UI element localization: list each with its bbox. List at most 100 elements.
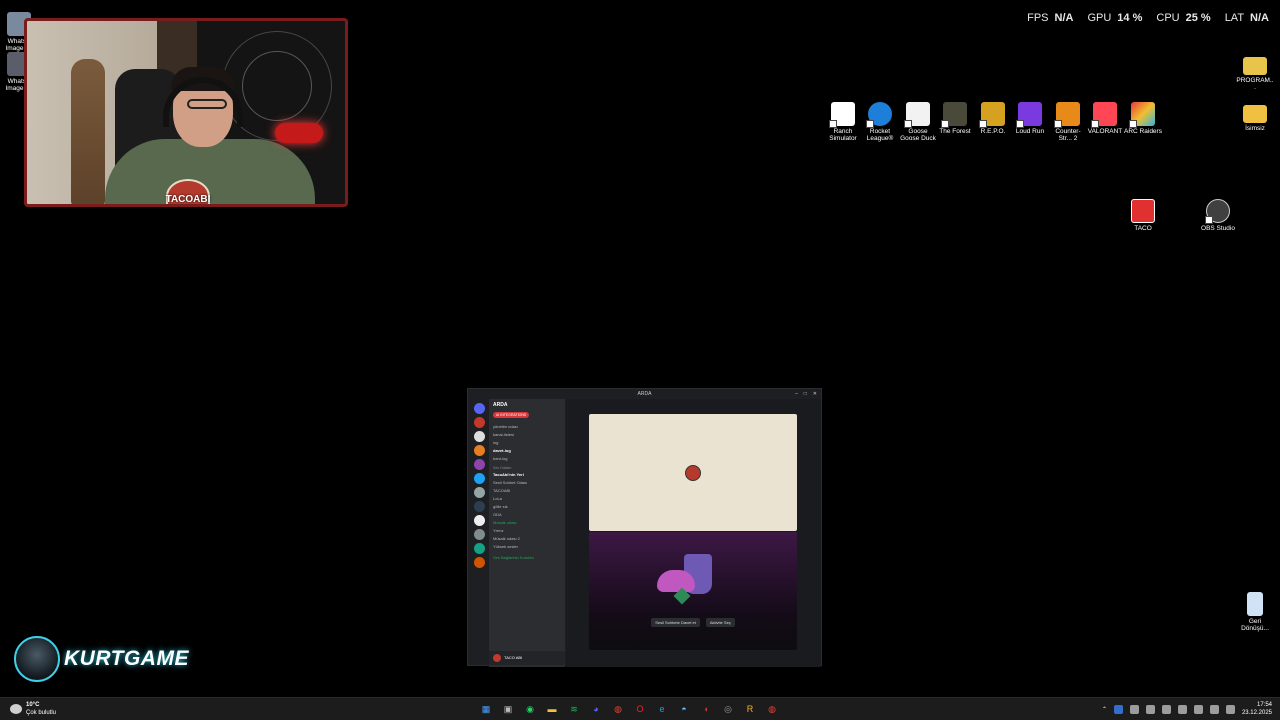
server-icon[interactable] [473, 459, 485, 470]
opera-icon[interactable]: O [632, 701, 648, 717]
discord-home-icon[interactable] [473, 403, 485, 414]
weather-widget[interactable]: 10°C Çok bulutlu [10, 701, 56, 717]
chevron-up-icon[interactable]: ⌃ [1102, 706, 1107, 713]
discord-icon[interactable]: ◕ [588, 701, 604, 717]
voice-channel-item[interactable]: Müsaik odası 2 [493, 534, 561, 542]
discord-server-list [470, 399, 488, 667]
invite-to-voice-button[interactable]: Sesli Sohbete Davet et [651, 618, 700, 627]
server-icon[interactable] [473, 431, 485, 442]
minimize-icon[interactable]: – [795, 389, 798, 399]
rocket-league-icon [866, 102, 892, 128]
maximize-icon[interactable]: □ [804, 389, 807, 399]
desktop-icon-recycle-bin[interactable]: Geri Dönüşü... [1236, 592, 1274, 633]
desktop-icon-goose-goose-duck[interactable]: Goose Goose Duck [899, 102, 937, 143]
system-tray: ⌃ 17:54 23.12.2025 [1102, 701, 1272, 717]
server-icon[interactable] [473, 417, 485, 428]
chrome-icon[interactable]: ◍ [610, 701, 626, 717]
rockstar-icon[interactable]: R [742, 701, 758, 717]
discord-titlebar[interactable]: ARDA – □ ✕ [468, 389, 821, 399]
obs-icon [1205, 199, 1230, 224]
start-icon[interactable]: ▦ [478, 701, 494, 717]
choose-activity-button[interactable]: Aktivite Seç [705, 618, 735, 627]
desktop-icon-the-forest[interactable]: The Forest [936, 102, 974, 135]
webcam-badge-text: TACOABI [165, 194, 211, 205]
desktop-icon-repo[interactable]: R.E.P.O. [974, 102, 1012, 135]
discord-window[interactable]: ARDA – □ ✕ ARDA AI INTEGRATIONS yönetim … [467, 388, 822, 667]
file-explorer-icon[interactable]: ▬ [544, 701, 560, 717]
server-tag-badge: AI INTEGRATIONS [493, 412, 530, 418]
desktop-icon-loud-run[interactable]: Loud Run [1011, 102, 1049, 135]
bluetooth-icon[interactable] [1113, 704, 1123, 714]
server-icon[interactable] [473, 487, 485, 498]
desktop-icon-taco[interactable]: TACO [1124, 199, 1162, 232]
edge-icon[interactable]: e [654, 701, 670, 717]
server-icon[interactable] [473, 515, 485, 526]
server-icon[interactable] [473, 529, 485, 540]
voice-channel-item[interactable]: TACOABI [493, 486, 561, 494]
fps-metric: FPS N/A [1027, 12, 1074, 24]
shortcut-arrow-icon [866, 120, 874, 128]
server-icon[interactable] [473, 445, 485, 456]
wolf-icon [14, 636, 60, 682]
channel-item[interactable]: davet-log [493, 446, 561, 454]
speaker-icon[interactable] [1145, 704, 1155, 714]
close-icon[interactable]: ✕ [813, 389, 817, 399]
stream-video-tile[interactable] [589, 414, 797, 531]
clock[interactable]: 17:54 23.12.2025 [1242, 701, 1272, 717]
voice-channel-item[interactable]: Yüksek sesler [493, 542, 561, 550]
folder-icon [1243, 57, 1267, 75]
desktop-icon-rocket-league[interactable]: Rocket League® [861, 102, 899, 143]
whatsapp-icon[interactable]: ◉ [522, 701, 538, 717]
window-controls: – □ ✕ [795, 389, 817, 399]
voice-channel-item[interactable]: gölle sık [493, 502, 561, 510]
server-icon[interactable] [473, 543, 485, 554]
username: TACO ABI [504, 655, 523, 661]
desktop-icon-programs-folder[interactable]: PROGRAM... [1236, 53, 1274, 92]
server-icon[interactable] [473, 557, 485, 568]
spotify-icon[interactable]: ≋ [566, 701, 582, 717]
voice-channel-item[interactable]: ODA [493, 510, 561, 518]
voice-channel-item[interactable]: Müsaik odası [493, 518, 561, 526]
desktop-icon-isimsiz-folder[interactable]: İsimsiz [1236, 101, 1274, 132]
chrome-alt-icon[interactable]: ◍ [764, 701, 780, 717]
valorant-icon [1091, 102, 1117, 128]
loud-run-icon [1016, 102, 1042, 128]
voice-connection-status[interactable]: Ses Bağlantısı Kuruldu [493, 553, 561, 561]
channel-item[interactable]: yönetim odası [493, 422, 561, 430]
voice-channel-item[interactable]: Sesli Sohbet Odası [493, 478, 561, 486]
desktop-icon-valorant[interactable]: VALORANT [1086, 102, 1124, 135]
channel-item[interactable]: log [493, 438, 561, 446]
desktop-icon-arc-raiders[interactable]: ARC Raiders [1124, 102, 1162, 135]
desktop-icon-counter-strike-2[interactable]: Counter-Str... 2 [1049, 102, 1087, 143]
taco-icon [1131, 199, 1155, 223]
volume-icon[interactable] [1225, 704, 1235, 714]
shortcut-arrow-icon [1091, 120, 1099, 128]
voice-channel-item[interactable]: LoLa [493, 494, 561, 502]
copilot-icon[interactable] [1177, 704, 1187, 714]
shell-icon [657, 570, 695, 592]
keyboard-icon[interactable] [1193, 704, 1203, 714]
counter-strike-icon [1054, 102, 1080, 128]
microphone-icon[interactable] [1161, 704, 1171, 714]
folder-icon [1243, 105, 1267, 123]
server-icon[interactable] [473, 501, 485, 512]
the-forest-icon [941, 102, 967, 128]
vpn-icon[interactable]: ◎ [720, 701, 736, 717]
desktop-icon-ranch-simulator[interactable]: Ranch Simulator [824, 102, 862, 143]
voice-channel-item[interactable]: Yrenz [493, 526, 561, 534]
task-view-icon[interactable]: ▣ [500, 701, 516, 717]
desktop-icon-obs-studio[interactable]: OBS Studio [1199, 199, 1237, 232]
network-icon[interactable] [1209, 704, 1219, 714]
discord-window-title: ARDA [637, 391, 652, 397]
server-name[interactable]: ARDA [493, 402, 561, 408]
server-icon[interactable] [473, 473, 485, 484]
cloud-icon [10, 704, 22, 714]
channel-item[interactable]: bant-log [493, 454, 561, 462]
channel-item[interactable]: kanal-listesi [493, 430, 561, 438]
clock-date: 23.12.2025 [1241, 710, 1272, 716]
voice-channel-item[interactable]: TacoAbi'nin Yeri [493, 470, 561, 478]
hidden-icon[interactable] [1129, 704, 1139, 714]
avatar[interactable] [493, 654, 501, 662]
obs-icon[interactable]: ◖ [698, 701, 714, 717]
steam-icon[interactable]: ◓ [676, 701, 692, 717]
